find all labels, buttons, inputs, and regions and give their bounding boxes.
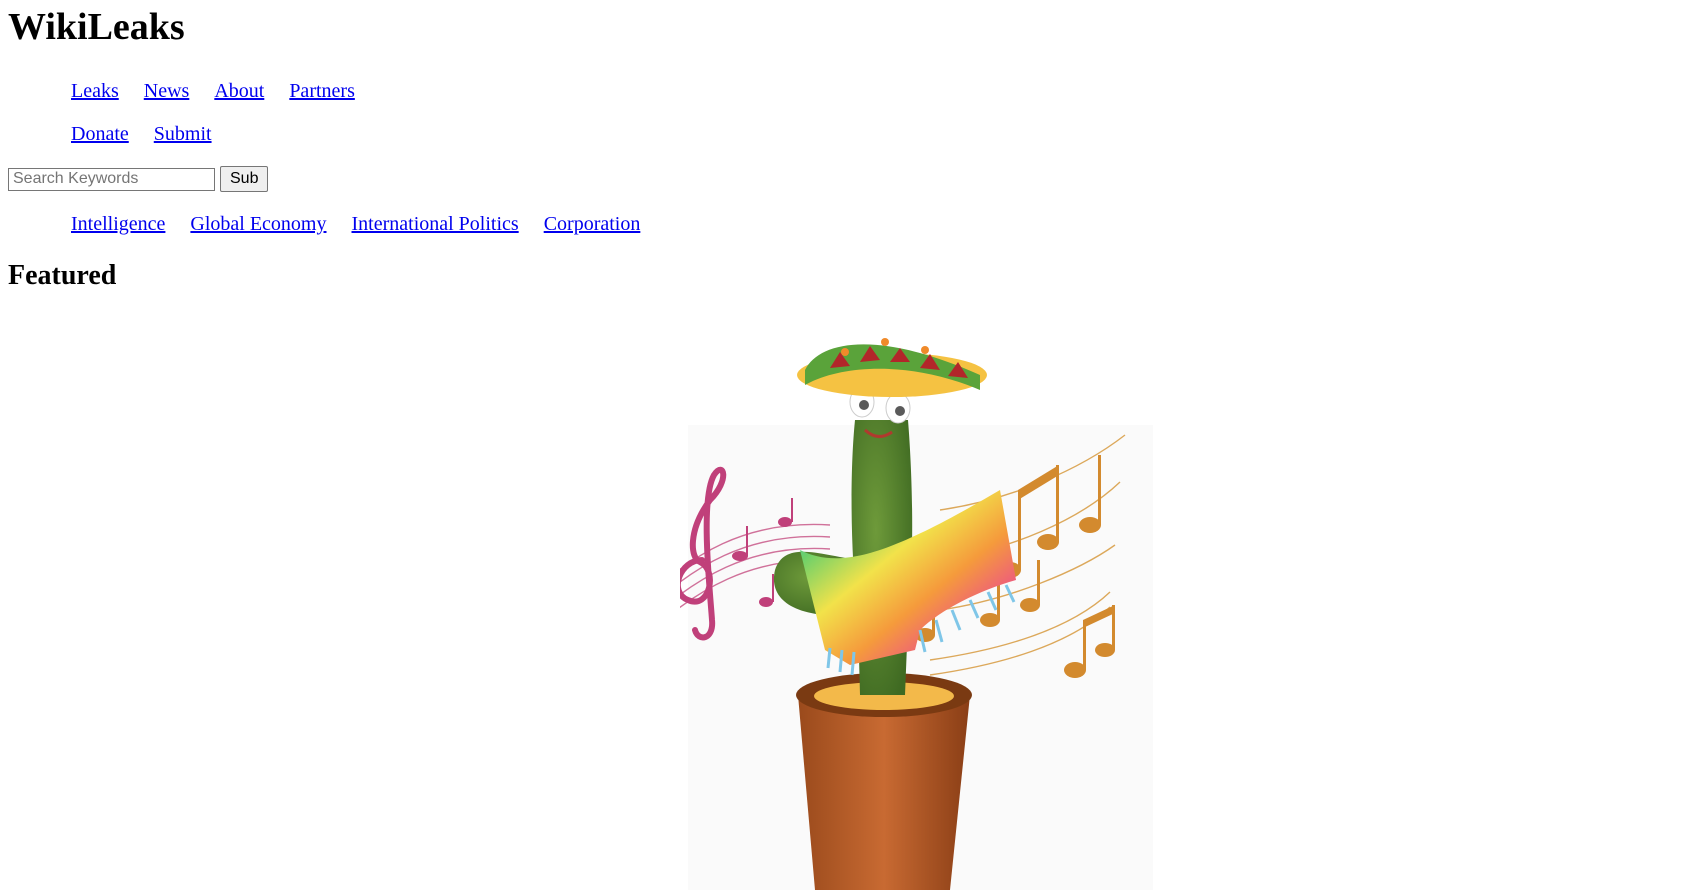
secondary-nav: Donate Submit [0, 122, 237, 146]
nav-item-submit: Submit [154, 122, 212, 146]
nav-link-submit[interactable]: Submit [154, 123, 212, 145]
nav-link-news[interactable]: News [144, 80, 190, 102]
category-item-international-politics: International Politics [352, 212, 519, 236]
search-input[interactable] [8, 167, 215, 191]
category-item-global-economy: Global Economy [190, 212, 326, 236]
nav-item-leaks: Leaks [71, 79, 119, 103]
category-link-corporation[interactable]: Corporation [544, 213, 641, 235]
nav-link-about[interactable]: About [214, 80, 264, 102]
category-link-global-economy[interactable]: Global Economy [190, 213, 326, 235]
primary-nav: Leaks News About Partners [0, 79, 380, 103]
nav-link-leaks[interactable]: Leaks [71, 80, 119, 102]
nav-item-partners: Partners [289, 79, 355, 103]
nav-item-about: About [214, 79, 264, 103]
category-item-corporation: Corporation [544, 212, 641, 236]
pot [798, 695, 970, 890]
nav-link-donate[interactable]: Donate [71, 123, 129, 145]
category-nav: Intelligence Global Economy Internationa… [0, 212, 665, 236]
page: WikiLeaks Leaks News About Partners Dona… [0, 0, 1689, 890]
category-link-intelligence[interactable]: Intelligence [71, 213, 165, 235]
category-link-international-politics[interactable]: International Politics [352, 213, 519, 235]
search-submit-button[interactable]: Sub [220, 166, 269, 192]
site-title: WikiLeaks [8, 6, 185, 48]
search-form: Sub [8, 166, 269, 192]
featured-heading: Featured [8, 260, 117, 291]
nav-link-partners[interactable]: Partners [289, 80, 355, 102]
category-item-intelligence: Intelligence [71, 212, 165, 236]
featured-image[interactable] [680, 330, 1280, 890]
nav-item-news: News [144, 79, 190, 103]
nav-item-donate: Donate [71, 122, 129, 146]
